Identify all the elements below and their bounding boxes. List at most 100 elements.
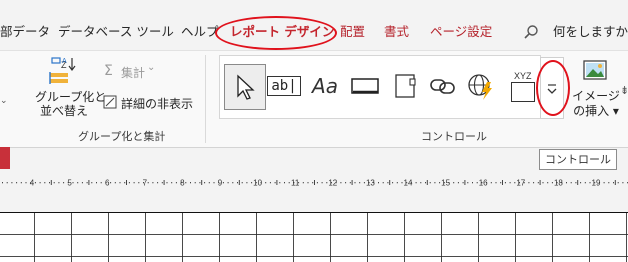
group-aggregate-label: グループ化と集計 (78, 130, 166, 143)
ruler-tick (204, 182, 206, 184)
ruler-tick (208, 182, 210, 184)
ruler-tick (39, 182, 41, 184)
ruler-number: 18 (554, 179, 563, 188)
controls-gallery: ab| Aa XYZ (219, 55, 541, 119)
ruler-tick (274, 182, 276, 184)
ruler-half-tick (238, 180, 240, 185)
ruler-tick (279, 182, 281, 184)
ruler-tick (100, 182, 102, 184)
group-sort-button[interactable]: グループ化と 並べ替え (35, 90, 106, 118)
report-section-marker (0, 147, 10, 169)
svg-text:A: A (62, 58, 67, 65)
ruler-tick (251, 182, 253, 184)
ruler-tick (58, 182, 60, 184)
ruler-tick (354, 182, 356, 184)
web-browser-control[interactable] (461, 64, 501, 108)
ruler-tick (96, 182, 97, 184)
tab-arrange[interactable]: 配置 (340, 23, 365, 41)
more-dropdown-icon (547, 84, 557, 94)
chevron-down-icon[interactable]: ⌄ (0, 96, 8, 106)
button-icon (351, 78, 379, 94)
ruler-tick (53, 182, 55, 184)
ruler-tick (232, 182, 234, 184)
tab-database-tools[interactable]: データベース ツール (58, 23, 174, 41)
ruler-tick (227, 182, 229, 184)
ruler-tick (537, 182, 539, 184)
tab-format[interactable]: 書式 (384, 23, 409, 41)
ruler-number: 19 (592, 179, 601, 188)
insert-image-label-1: イメージ (572, 89, 620, 103)
horizontal-ruler: 4 5 6 7 8 9 10 11 12 13 14 15 16 17 18 19 (0, 175, 628, 190)
totals-button[interactable]: 集計 (121, 64, 145, 81)
tab-report-design[interactable]: レポート デザイン (230, 23, 334, 41)
ruler-tick (500, 182, 502, 184)
ruler-tick (34, 182, 36, 184)
ruler-half-tick (201, 180, 203, 185)
ruler-tick (392, 182, 394, 184)
ruler-tick (237, 182, 238, 184)
ruler-number: 14 (404, 179, 413, 188)
ruler-half-tick (163, 180, 165, 185)
ruler-tick (222, 182, 224, 184)
unbound-object-icon: XYZ (506, 71, 536, 102)
ruler-number: 8 (180, 179, 185, 188)
ruler-number: 12 (328, 179, 337, 188)
pointer-icon (237, 74, 255, 100)
report-design-surface[interactable] (0, 212, 628, 262)
tab-help[interactable]: ヘルプ (181, 23, 219, 41)
chevron-down-icon: ⌄ (147, 62, 156, 73)
ruler-tick (363, 182, 365, 184)
ruler-tick (472, 182, 473, 184)
ruler-tick (194, 182, 196, 184)
button-control[interactable] (345, 64, 385, 108)
controls-group-label: コントロール (421, 130, 487, 143)
ruler-half-tick (314, 180, 315, 185)
ruler-tick (171, 182, 173, 184)
label-control[interactable]: Aa (305, 64, 345, 108)
group-sort-icon: Z A (48, 56, 80, 86)
design-grid-horizontal (0, 213, 628, 262)
ruler-tick (528, 182, 530, 184)
ruler-tick (439, 182, 441, 184)
ruler-tick (91, 182, 93, 184)
ruler-tick (175, 182, 177, 184)
ruler-tick (490, 182, 492, 184)
ruler-tick (429, 182, 431, 184)
tab-control[interactable] (385, 64, 425, 108)
ruler-tick (246, 182, 248, 184)
more-controls-button[interactable] (540, 57, 564, 119)
search-icon[interactable] (523, 24, 539, 40)
label-icon: Aa (312, 74, 338, 98)
ruler-half-tick (389, 180, 391, 185)
ruler-number: 6 (105, 179, 110, 188)
hyperlink-control[interactable] (423, 64, 463, 108)
ruler-number: 9 (218, 179, 223, 188)
ruler-tick (11, 182, 13, 184)
ruler-tick (81, 182, 83, 184)
sigma-icon: Σ (104, 63, 113, 79)
tell-me-search[interactable]: 何をしますか (553, 23, 628, 41)
image-icon (582, 58, 608, 82)
insert-image-button[interactable]: イメージ の挿入 ▾ (571, 89, 621, 119)
ruler-tick (401, 182, 403, 184)
ruler-tick (603, 182, 605, 184)
ruler-tick (378, 182, 379, 184)
ruler-tick (514, 182, 516, 184)
tab-page-setup[interactable]: ページ設定 (430, 23, 492, 41)
ruler-tick (589, 182, 591, 184)
unbound-object-control[interactable]: XYZ (501, 64, 541, 108)
select-pointer-control[interactable] (224, 64, 266, 110)
ruler-half-tick (50, 180, 52, 185)
ruler-tick (213, 182, 215, 184)
ruler-tick (288, 182, 290, 184)
ruler-tick (425, 182, 426, 184)
ruler-tick (434, 182, 436, 184)
ruler-tick (152, 182, 154, 184)
ruler-tick (608, 182, 610, 184)
hide-details-button[interactable]: 詳細の非表示 (121, 95, 193, 112)
tab-external-data[interactable]: 部データ (0, 23, 50, 41)
more-arrow-icon: ⇟ (620, 84, 628, 97)
textbox-control[interactable]: ab| (264, 64, 304, 108)
ruler-tick (415, 182, 417, 184)
ruler-tick (420, 182, 422, 184)
